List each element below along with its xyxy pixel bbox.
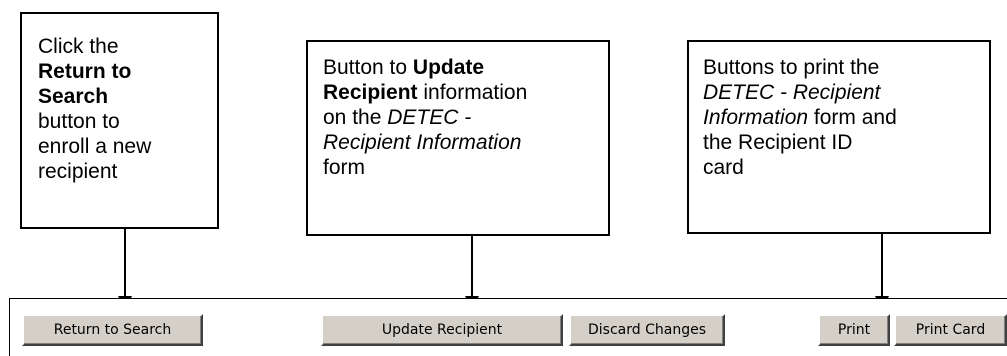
callout-update-line-5: form — [323, 156, 365, 179]
callout-update-on-the: on the — [323, 106, 388, 129]
callout-return-line-4: button to — [38, 110, 120, 133]
callout-update-line-2: Recipient information — [323, 80, 596, 105]
callout-update-italic-1: DETEC - — [387, 106, 472, 129]
callout-return-to-search: Click the Return to Search button to enr… — [20, 12, 219, 229]
arrow-to-return-button — [118, 229, 132, 310]
callout-update-line-1: Button to Update — [323, 55, 596, 80]
discard-changes-button[interactable]: Discard Changes — [569, 314, 725, 346]
callout-return-line-2: Return to — [38, 60, 132, 83]
callout-print-line-5: card — [703, 156, 744, 179]
callout-update-bold-1: Update — [412, 56, 485, 79]
callout-print-line-4: the Recipient ID — [703, 131, 853, 154]
print-card-button[interactable]: Print Card — [894, 314, 1007, 346]
callout-update-line-3: on the DETEC - — [323, 105, 596, 130]
callout-update-bold-2: Recipient — [323, 81, 418, 104]
arrow-to-print-button — [875, 234, 889, 310]
callout-update-recipient: Button to Update Recipient information o… — [306, 40, 610, 236]
callout-return-line-5: enroll a new — [38, 135, 152, 158]
callout-print-line-1: Buttons to print the — [703, 56, 880, 79]
callout-print-line-2: DETEC - Recipient — [703, 81, 881, 104]
callout-return-line-1: Click the — [38, 35, 119, 58]
return-to-search-button[interactable]: Return to Search — [22, 314, 203, 346]
callout-update-prefix: Button to — [323, 56, 413, 79]
callout-update-suffix: information — [417, 81, 528, 104]
callout-return-line-3: Search — [38, 85, 109, 108]
callout-print-line-3: Information form and — [703, 105, 979, 130]
callout-return-line-6: recipient — [38, 160, 118, 183]
update-recipient-button[interactable]: Update Recipient — [321, 314, 563, 346]
callout-print-buttons: Buttons to print the DETEC - Recipient I… — [687, 40, 991, 234]
callout-update-line-4: Recipient Information — [323, 131, 522, 154]
callout-print-italic: Information — [703, 106, 809, 129]
print-button[interactable]: Print — [818, 314, 890, 346]
callout-print-suffix: form and — [808, 106, 897, 129]
